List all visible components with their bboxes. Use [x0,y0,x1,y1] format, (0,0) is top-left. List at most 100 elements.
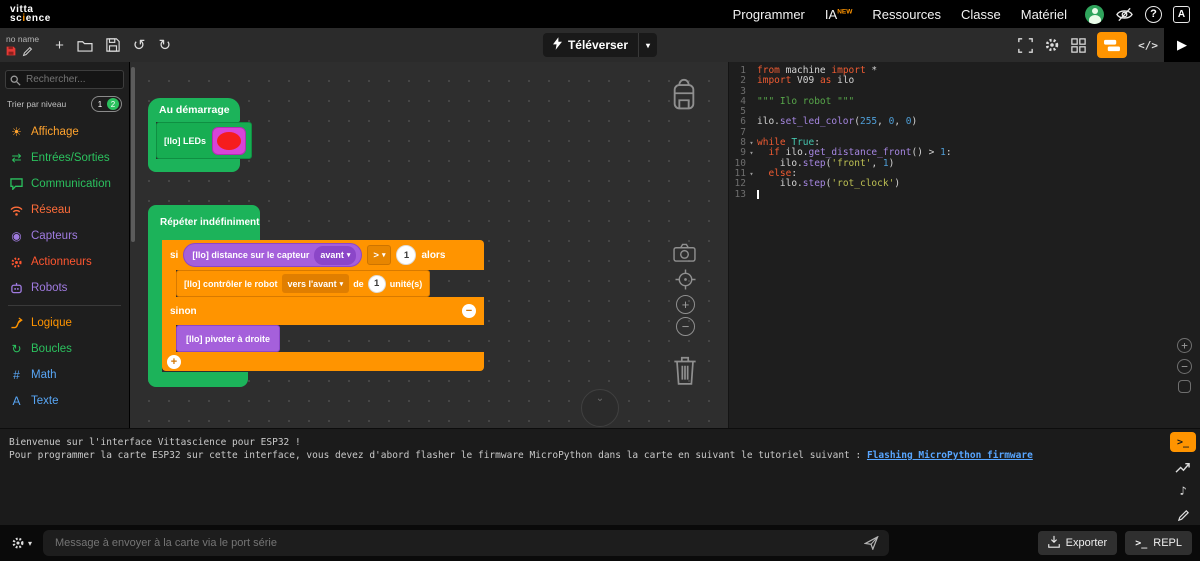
fold-icon[interactable]: ▾ [746,148,757,158]
zoom-in-icon[interactable]: + [676,295,695,314]
zoom-out-icon[interactable]: − [676,317,695,336]
sidebar-item-math[interactable]: # Math [0,362,129,388]
move-value-input[interactable]: 1 [367,274,386,293]
collapse-else-button[interactable]: − [462,304,476,318]
console-line: Pour programmer la carte ESP32 sur cette… [9,450,1033,461]
camera-icon[interactable] [673,243,696,267]
new-file-button[interactable]: + [55,38,64,53]
panel-zoom-in-icon[interactable]: + [1177,338,1192,353]
code-line[interactable]: 4 """ Ilo robot """ [729,96,1200,107]
code-line[interactable]: 13 [729,189,1200,200]
chart-icon[interactable] [1171,458,1195,476]
music-note-icon[interactable]: ♪ [1171,482,1195,500]
block-ilo-leds[interactable]: [Ilo] LEDs [156,122,252,159]
hide-eye-icon[interactable] [1115,6,1134,23]
export-button[interactable]: Exporter [1037,531,1118,555]
fullscreen-button[interactable] [1018,37,1033,53]
code-line[interactable]: 2 import V09 as ilo [729,75,1200,86]
console-toggle-button[interactable]: >_ [1170,432,1196,452]
sidebar-item-affichage[interactable]: ☀ Affichage [0,119,129,145]
nav-ia[interactable]: IANEW [825,7,852,22]
category-label: Capteurs [31,230,78,242]
fold-icon[interactable]: ▾ [746,169,757,179]
comparator-dropdown[interactable]: > ▾ [367,245,392,265]
add-branch-button[interactable]: + [167,354,181,369]
save-button[interactable] [106,38,120,52]
sidebar-item-texte[interactable]: A Texte [0,388,129,414]
code-line[interactable]: 10 ilo.step('front', 1) [729,158,1200,169]
fold-icon[interactable]: ▾ [746,138,757,148]
block-ilo-distance[interactable]: [Ilo] distance sur le capteur avant ▾ [183,243,363,267]
open-folder-button[interactable] [77,39,93,52]
search-input[interactable] [5,70,124,89]
block-ilo-controler-robot[interactable]: [Ilo] contrôler le robot vers l'avant ▾ d… [176,270,431,297]
block-segment [148,159,240,172]
send-icon[interactable] [863,535,879,555]
panel-zoom-out-icon[interactable]: − [1177,359,1192,374]
trash-icon[interactable] [672,354,698,391]
undo-button[interactable]: ↺ [133,38,146,53]
blocks-view-button[interactable] [1097,32,1128,58]
code-view-button[interactable]: </> [1138,39,1158,52]
chat-icon [9,178,24,190]
settings-gear-icon[interactable] [1044,37,1060,53]
nav-classe[interactable]: Classe [961,7,1001,22]
backpack-icon[interactable] [670,78,698,117]
panel-reset-icon[interactable] [1178,380,1191,393]
category-label: Entrées/Sorties [31,152,110,164]
nav-materiel[interactable]: Matériel [1021,7,1067,22]
if-condition-row[interactable]: si [Ilo] distance sur le capteur avant ▾ … [162,240,484,270]
swap-icon: ⇄ [11,151,22,165]
vittascience-logo[interactable]: vitta science [10,5,51,24]
project-name[interactable]: no name [6,34,39,44]
category-label: Affichage [31,126,79,138]
block-start-header[interactable]: Au démarrage [148,98,240,122]
blockly-workspace[interactable]: Au démarrage [Ilo] LEDs Répéter indéfini… [130,62,728,428]
serial-settings-button[interactable]: ▾ [11,536,32,550]
block-ilo-pivoter-droite[interactable]: [Ilo] pivoter à droite [176,325,281,352]
level-toggle[interactable]: 12 [91,96,122,112]
sidebar-item-actionneurs[interactable]: Actionneurs [0,249,129,275]
sort-label: Trier par niveau [7,99,67,109]
code-text: ilo.step('rot_clock') [757,178,901,190]
sidebar-item-reseau[interactable]: Réseau [0,197,129,223]
pencil-icon[interactable] [1171,506,1195,524]
sidebar-item-entrees-sorties[interactable]: ⇄ Entrées/Sorties [0,145,129,171]
unsaved-save-icon[interactable] [6,46,16,56]
canvas-scrollbar[interactable] [131,67,135,242]
center-view-icon[interactable] [675,269,696,295]
redo-button[interactable]: ↻ [158,38,171,53]
if-value-input[interactable]: 1 [396,245,417,265]
sidebar-item-robots[interactable]: Robots [0,275,129,301]
upload-dropdown-caret[interactable]: ▾ [638,33,657,57]
direction-dropdown[interactable]: vers l'avant ▾ [281,274,350,293]
distance-sensor-dropdown[interactable]: avant ▾ [314,245,357,265]
flashing-firmware-link[interactable]: Flashing MicroPython firmware [867,450,1033,461]
block-repeat-header[interactable]: Répéter indéfiniment [148,205,260,240]
serial-message-input[interactable] [43,530,890,556]
level-1-toggle[interactable]: 1 [94,98,106,110]
nav-programmer[interactable]: Programmer [733,7,805,22]
rename-pencil-icon[interactable] [22,46,33,57]
repl-button[interactable]: >_ REPL [1125,531,1192,555]
code-line[interactable]: 12 ilo.step('rot_clock') [729,178,1200,190]
else-row[interactable]: sinon − [162,297,484,325]
upload-button[interactable]: Téléverser ▾ [542,33,658,57]
sidebar-item-boucles[interactable]: ↻ Boucles [0,336,129,362]
sidebar-item-logique[interactable]: Logique [0,310,129,336]
grid-view-button[interactable] [1071,37,1086,53]
panel-resize-handle[interactable]: ⌄ [581,389,619,427]
sidebar-item-capteurs[interactable]: ◉ Capteurs [0,223,129,249]
code-panel[interactable]: 1 from machine import * 2 import V09 as ilo… [728,62,1200,428]
level-2-toggle[interactable]: 2 [107,98,119,110]
sidebar-item-communication[interactable]: Communication [0,171,129,197]
run-button[interactable]: ▶ [1164,28,1200,62]
led-color-input[interactable] [212,126,246,155]
code-line[interactable]: 6 ilo.set_led_color(255, 0, 0) [729,117,1200,128]
nav-ressources[interactable]: Ressources [872,7,941,22]
serial-console[interactable]: Bienvenue sur l'interface Vittascience p… [0,428,1200,525]
accessibility-icon[interactable]: A [1173,5,1190,23]
help-icon[interactable]: ? [1145,5,1162,23]
user-avatar[interactable] [1085,4,1104,24]
